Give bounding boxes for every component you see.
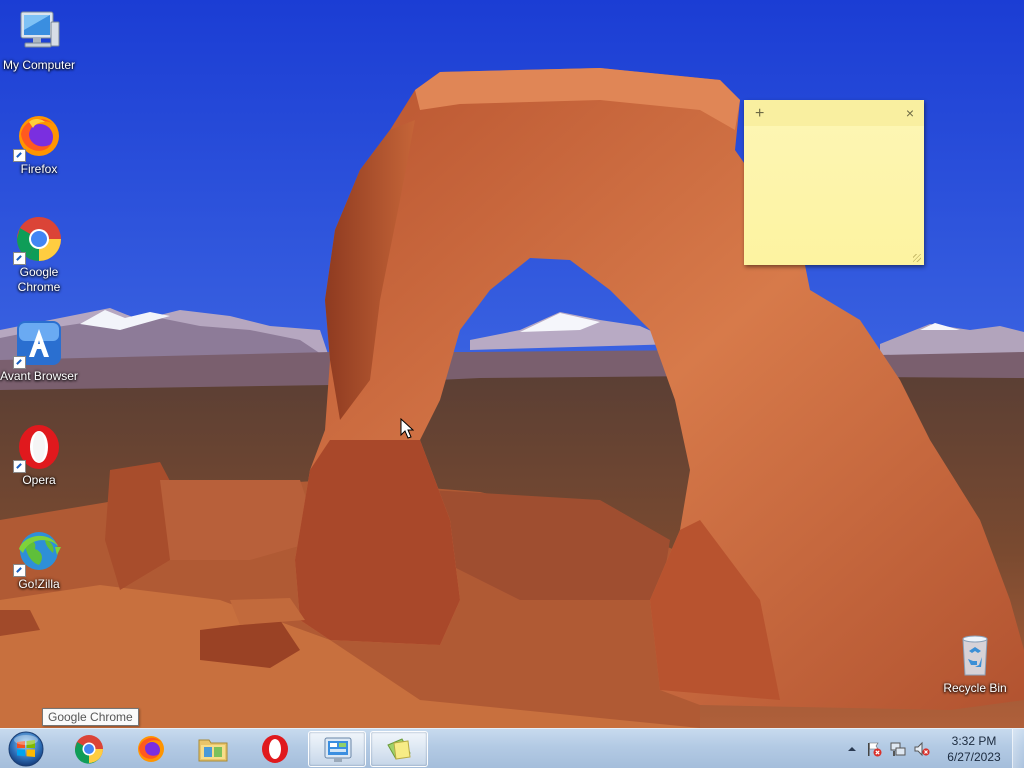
sticky-note-title-bar[interactable]: + × [744,100,924,126]
computer-icon [15,8,63,56]
shortcut-arrow-icon [13,356,26,369]
action-center-flag-icon[interactable] [866,741,882,757]
control-panel-icon [324,737,352,762]
taskbar: 3:32 PM 6/27/2023 [0,728,1024,769]
chrome-icon [13,215,63,265]
taskbar-button-google-chrome[interactable] [60,731,118,767]
desktop-icon-label: Firefox [20,162,58,176]
clock-date: 6/27/2023 [947,750,1001,764]
shortcut-arrow-icon [13,564,26,577]
shortcut-arrow-icon [13,460,26,473]
firefox-icon [13,112,63,162]
recycle-bin-icon [951,631,999,679]
show-desktop-button[interactable] [1012,729,1024,769]
start-button[interactable] [6,730,46,768]
folder-icon [198,739,228,762]
chrome-icon [74,735,103,764]
desktop-icon-opera[interactable]: Opera [0,423,78,488]
desktop-icon-label: Go!Zilla [18,577,60,591]
close-note-button[interactable]: × [906,105,914,121]
desktop-icon-label: Recycle Bin [943,681,1007,695]
sticky-note[interactable]: + × [744,100,924,265]
add-note-button[interactable]: + [755,105,764,123]
taskbar-button-firefox[interactable] [122,731,180,767]
sticky-note-text-area[interactable] [744,126,924,138]
desktop-icon-label: Avant Browser [0,369,78,383]
shortcut-arrow-icon [13,149,26,162]
desktop-icon-label: Opera [22,473,56,487]
windows-orb-icon [8,731,44,767]
opera-icon [13,423,63,473]
taskbar-button-control-panel[interactable] [308,731,366,767]
taskbar-tooltip: Google Chrome [42,708,139,726]
desktop-icon-label: My Computer [2,58,76,72]
mouse-pointer-icon [400,417,415,445]
desktop-icon-my-computer[interactable]: My Computer [0,8,78,73]
desktop-icon-avant-browser[interactable]: Avant Browser [0,319,78,384]
avant-browser-icon [13,319,63,369]
desktop-icon-gozilla[interactable]: Go!Zilla [0,527,78,592]
show-hidden-icons-arrow[interactable] [844,741,860,757]
taskbar-button-file-explorer[interactable] [184,731,242,767]
clock[interactable]: 3:32 PM 6/27/2023 [938,733,1010,765]
gozilla-icon [13,527,63,577]
sticky-notes-icon [387,738,411,760]
taskbar-button-sticky-notes[interactable] [370,731,428,767]
clock-time: 3:32 PM [951,734,997,748]
volume-muted-icon[interactable] [914,741,930,757]
opera-icon [262,735,288,763]
desktop-icon-recycle-bin[interactable]: Recycle Bin [936,631,1014,696]
resize-grip-icon[interactable] [913,254,921,262]
taskbar-button-opera[interactable] [246,731,304,767]
firefox-icon [138,736,164,762]
desktop-icon-label: Google Chrome [17,265,61,294]
desktop-icon-google-chrome[interactable]: Google Chrome [0,215,78,295]
shortcut-arrow-icon [13,252,26,265]
network-icon[interactable] [890,741,906,757]
desktop-icon-firefox[interactable]: Firefox [0,112,78,177]
